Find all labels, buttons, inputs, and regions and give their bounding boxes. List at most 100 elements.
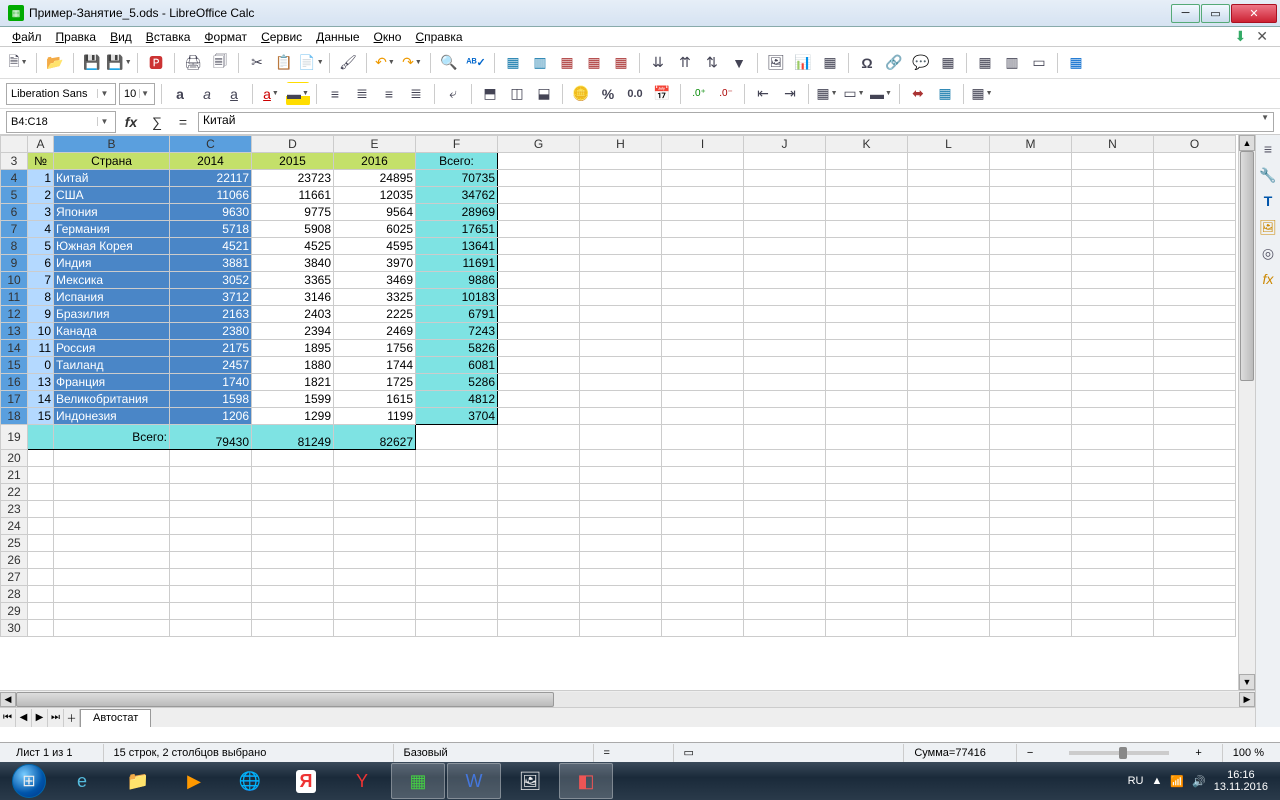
del-decimal-button[interactable]: .0⁻ bbox=[714, 82, 738, 106]
name-box[interactable]: B4:C18▼ bbox=[6, 111, 116, 133]
spreadsheet-grid[interactable]: A B C D E F G H I J K L M N O 3 № Страна… bbox=[0, 135, 1255, 690]
row-header[interactable]: 6 bbox=[1, 204, 28, 221]
col-header-L[interactable]: L bbox=[908, 136, 990, 153]
tray-lang[interactable]: RU bbox=[1128, 775, 1144, 787]
cell[interactable]: 14 bbox=[28, 391, 54, 408]
export-pdf-button[interactable]: 🅿 bbox=[144, 51, 168, 75]
cell[interactable]: 2469 bbox=[334, 323, 416, 340]
cell[interactable]: Франция bbox=[54, 374, 170, 391]
cell[interactable]: 1895 bbox=[252, 340, 334, 357]
align-center-button[interactable]: ≣ bbox=[350, 82, 374, 106]
start-button[interactable]: ⊞ bbox=[4, 763, 54, 799]
cell[interactable]: Индонезия bbox=[54, 408, 170, 425]
col-button[interactable]: ▥ bbox=[528, 51, 552, 75]
tab-next-button[interactable]: ▶ bbox=[32, 709, 48, 727]
sidebar-properties-icon[interactable]: ≡ bbox=[1258, 139, 1278, 159]
taskbar-images-icon[interactable]: 🖼 bbox=[503, 763, 557, 799]
col-header-A[interactable]: A bbox=[28, 136, 54, 153]
row-header[interactable]: 21 bbox=[1, 467, 28, 484]
sort-button[interactable]: ⇅ bbox=[700, 51, 724, 75]
menu-file[interactable]: Файл bbox=[6, 29, 48, 45]
minimize-button[interactable]: ─ bbox=[1171, 4, 1200, 23]
cell[interactable]: 3325 bbox=[334, 289, 416, 306]
cell[interactable]: 1299 bbox=[252, 408, 334, 425]
tab-prev-button[interactable]: ◀ bbox=[16, 709, 32, 727]
formula-input[interactable]: Китай▼ bbox=[198, 112, 1274, 132]
styles-button[interactable]: ▦ bbox=[933, 82, 957, 106]
taskbar-player-icon[interactable]: ▶ bbox=[167, 763, 221, 799]
col-header-I[interactable]: I bbox=[662, 136, 744, 153]
cell[interactable]: 1744 bbox=[334, 357, 416, 374]
zoom-value[interactable]: 100 % bbox=[1222, 744, 1274, 762]
open-button[interactable]: 📂 bbox=[43, 51, 67, 75]
cell[interactable]: Китай bbox=[54, 170, 170, 187]
menu-tools[interactable]: Сервис bbox=[255, 29, 308, 45]
highlight-button[interactable]: ▬▼ bbox=[286, 82, 310, 106]
cell[interactable]: Германия bbox=[54, 221, 170, 238]
cell[interactable]: 70735 bbox=[416, 170, 498, 187]
font-color-button[interactable]: a▼ bbox=[259, 82, 283, 106]
cell[interactable]: 1599 bbox=[252, 391, 334, 408]
valign-mid-button[interactable]: ◫ bbox=[505, 82, 529, 106]
cut-button[interactable]: ✂ bbox=[245, 51, 269, 75]
cell[interactable]: 10183 bbox=[416, 289, 498, 306]
cell[interactable]: США bbox=[54, 187, 170, 204]
cell[interactable]: 23723 bbox=[252, 170, 334, 187]
row-header[interactable]: 4 bbox=[1, 170, 28, 187]
table-btn1[interactable]: ▦ bbox=[555, 51, 579, 75]
cell[interactable]: 3970 bbox=[334, 255, 416, 272]
vertical-scrollbar[interactable]: ▲ ▼ bbox=[1238, 135, 1255, 690]
cell[interactable]: 1880 bbox=[252, 357, 334, 374]
row-header[interactable]: 16 bbox=[1, 374, 28, 391]
cell[interactable]: Япония bbox=[54, 204, 170, 221]
valign-bot-button[interactable]: ⬓ bbox=[532, 82, 556, 106]
cell[interactable]: Страна bbox=[54, 153, 170, 170]
menu-view[interactable]: Вид bbox=[104, 29, 138, 45]
col-header-C[interactable]: C bbox=[170, 136, 252, 153]
cell[interactable]: 13641 bbox=[416, 238, 498, 255]
sidebar-gallery-icon[interactable]: 🖼 bbox=[1258, 217, 1278, 237]
update-icon[interactable]: ⬇ bbox=[1235, 28, 1247, 45]
cell[interactable]: 11 bbox=[28, 340, 54, 357]
col-header-K[interactable]: K bbox=[826, 136, 908, 153]
cell[interactable]: 7 bbox=[28, 272, 54, 289]
cell[interactable]: 3469 bbox=[334, 272, 416, 289]
align-right-button[interactable]: ≡ bbox=[377, 82, 401, 106]
cell[interactable]: 4525 bbox=[252, 238, 334, 255]
autofilter-button[interactable]: ▼ bbox=[727, 51, 751, 75]
tab-add-button[interactable]: ＋ bbox=[64, 709, 80, 727]
menu-insert[interactable]: Вставка bbox=[140, 29, 197, 45]
format-paintbrush-button[interactable]: 🖌 bbox=[336, 51, 360, 75]
taskbar-ybrowser-icon[interactable]: Y bbox=[335, 763, 389, 799]
menu-data[interactable]: Данные bbox=[310, 29, 365, 45]
cell[interactable]: Южная Корея bbox=[54, 238, 170, 255]
row-header[interactable]: 8 bbox=[1, 238, 28, 255]
wrap-button[interactable]: ⤶ bbox=[441, 82, 465, 106]
row-header[interactable]: 24 bbox=[1, 518, 28, 535]
cell[interactable]: 3840 bbox=[252, 255, 334, 272]
row-button[interactable]: ▦ bbox=[501, 51, 525, 75]
cell[interactable]: 4521 bbox=[170, 238, 252, 255]
row-header[interactable]: 10 bbox=[1, 272, 28, 289]
cell[interactable]: 11066 bbox=[170, 187, 252, 204]
row-header[interactable]: 15 bbox=[1, 357, 28, 374]
cell[interactable]: 1199 bbox=[334, 408, 416, 425]
cell[interactable]: 12035 bbox=[334, 187, 416, 204]
cell[interactable]: 2163 bbox=[170, 306, 252, 323]
sidebar-navigator-icon[interactable]: ◎ bbox=[1258, 243, 1278, 263]
row-header[interactable]: 20 bbox=[1, 450, 28, 467]
col-header-B[interactable]: B bbox=[54, 136, 170, 153]
row-header[interactable]: 5 bbox=[1, 187, 28, 204]
row-header[interactable]: 14 bbox=[1, 340, 28, 357]
cell[interactable]: № bbox=[28, 153, 54, 170]
row-header[interactable]: 12 bbox=[1, 306, 28, 323]
cell[interactable]: 5826 bbox=[416, 340, 498, 357]
comment-button[interactable]: 💬 bbox=[909, 51, 933, 75]
cell[interactable]: 4812 bbox=[416, 391, 498, 408]
hyperlink-button[interactable]: 🔗 bbox=[882, 51, 906, 75]
cell[interactable]: 2014 bbox=[170, 153, 252, 170]
cell[interactable]: 7243 bbox=[416, 323, 498, 340]
tray-flag-icon[interactable]: ▲ bbox=[1151, 775, 1162, 787]
zoom-out-button[interactable]: − bbox=[1016, 744, 1043, 762]
special-char-button[interactable]: Ω bbox=[855, 51, 879, 75]
